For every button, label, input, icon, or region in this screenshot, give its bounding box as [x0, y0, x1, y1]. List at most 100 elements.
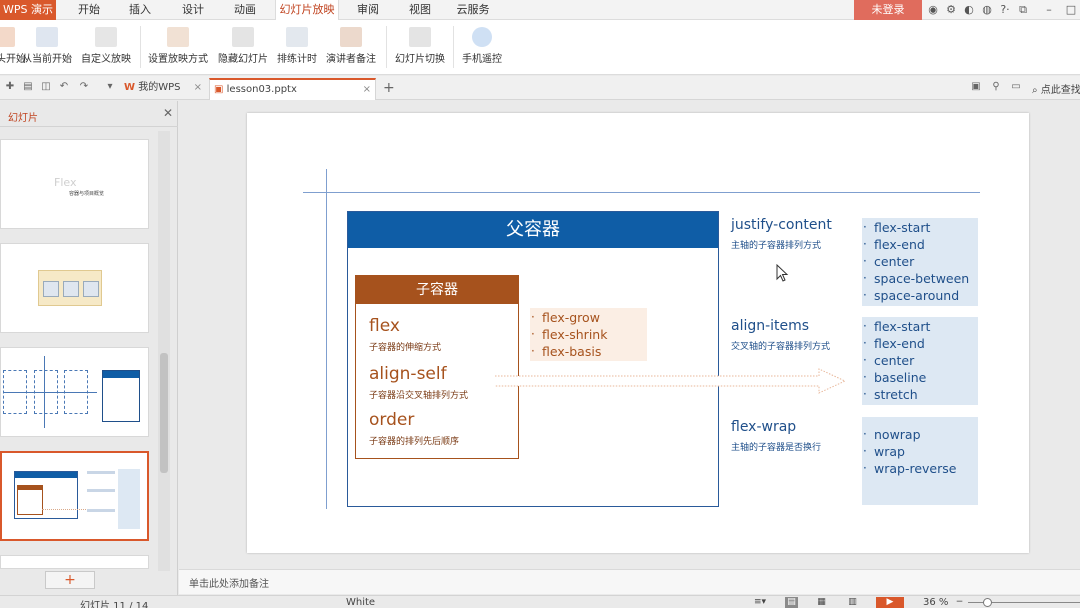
justify-content-values: flex-start flex-end center space-between…	[862, 218, 978, 306]
menu-slideshow[interactable]: 幻灯片放映	[275, 0, 339, 21]
sorter-view-icon[interactable]: ▦	[815, 597, 828, 608]
chevron-down-icon[interactable]: ▾	[104, 81, 116, 93]
menu-view[interactable]: 视图	[403, 0, 437, 20]
pin-icon[interactable]: ⚲	[990, 81, 1002, 93]
play-from-start-button[interactable]: 从头开始	[0, 20, 26, 75]
thumb-subtitle: 容器与项目概览	[69, 191, 105, 197]
hide-slide-button[interactable]: 隐藏幻灯片	[215, 20, 271, 75]
tab-lesson03[interactable]: ▣ lesson03.pptx ×	[209, 78, 376, 100]
child-prop-name: align-self	[369, 364, 447, 384]
panel-scrollbar[interactable]	[158, 131, 170, 571]
menu-design[interactable]: 设计	[176, 0, 210, 20]
slide-thumbnail-current[interactable]	[0, 451, 149, 541]
cross-axis-line	[326, 169, 327, 509]
panel-header: 幻灯片 ✕	[0, 101, 178, 127]
zoom-out-icon[interactable]: −	[953, 597, 966, 608]
notes-pane[interactable]: 单击此处添加备注	[179, 569, 1080, 594]
menu-insert[interactable]: 插入	[123, 0, 157, 20]
slide-thumbnail[interactable]	[0, 243, 149, 333]
app-name: WPS 演示	[3, 3, 53, 16]
list-item: flex-shrink	[530, 326, 647, 343]
list-item: nowrap	[862, 426, 978, 443]
menu-bar: WPS 演示▼ 开始 插入 设计 动画 幻灯片放映 审阅 视图 云服务 未登录 …	[0, 0, 1080, 21]
reading-view-icon[interactable]: ▥	[846, 597, 859, 608]
custom-slideshow-button[interactable]: 自定义放映	[79, 20, 133, 75]
hide-slide-icon	[232, 27, 254, 47]
undo-icon[interactable]: ↶	[58, 81, 70, 93]
flex-values-list: flex-grow flex-shrink flex-basis	[530, 308, 647, 361]
restore-icon[interactable]: ⧉	[1016, 3, 1030, 17]
setup-slideshow-button[interactable]: 设置放映方式	[146, 20, 210, 75]
thumb-diagram	[38, 270, 102, 306]
app-menu-button[interactable]: WPS 演示▼	[0, 0, 56, 20]
list-item: flex-start	[862, 219, 978, 236]
screen-icon[interactable]: ▣	[970, 81, 982, 93]
zoom-slider-handle[interactable]	[983, 598, 992, 607]
child-container-title: 子容器	[356, 276, 518, 304]
wps-presentation-window: WPS 演示▼ 开始 插入 设计 动画 幻灯片放映 审阅 视图 云服务 未登录 …	[0, 0, 1080, 608]
parent-prop-desc: 交叉轴的子容器排列方式	[731, 342, 831, 352]
close-icon[interactable]: ×	[363, 80, 371, 100]
list-item: flex-end	[862, 335, 978, 352]
parent-prop-desc: 主轴的子容器是否换行	[731, 443, 822, 453]
menu-review[interactable]: 审阅	[351, 0, 385, 20]
skin-icon[interactable]: ◐	[962, 3, 976, 17]
add-slide-button[interactable]: +	[45, 571, 95, 589]
share-icon[interactable]: ▭	[1010, 81, 1022, 93]
flex-wrap-values: nowrap wrap wrap-reverse	[862, 417, 978, 505]
slide-thumbnail-panel: 幻灯片 ✕ Flex 容器与项目概览 +	[0, 101, 178, 595]
slide-thumbnail[interactable]: Flex 容器与项目概览	[0, 139, 149, 229]
slide-thumbnail[interactable]	[0, 555, 149, 569]
parent-prop-desc: 主轴的子容器排列方式	[731, 241, 822, 251]
slide-thumbnail[interactable]	[0, 347, 149, 437]
notes-toggle-icon[interactable]: ≡▾	[748, 597, 772, 608]
play-slideshow-icon[interactable]: ▶	[876, 597, 904, 608]
transition-icon	[409, 27, 431, 47]
redo-icon[interactable]: ↷	[78, 81, 90, 93]
parent-prop-name: flex-wrap	[731, 419, 797, 435]
slide-canvas[interactable]: 父容器 子容器 flex 子容器的伸缩方式 align-self 子容器沿交叉轴…	[247, 113, 1029, 553]
find-button[interactable]: ⌕ 点此查找	[1032, 81, 1080, 96]
list-item: center	[862, 253, 978, 270]
menu-animation[interactable]: 动画	[228, 0, 262, 20]
list-item: baseline	[862, 369, 978, 386]
close-icon[interactable]: ×	[194, 78, 202, 98]
minimize-icon[interactable]: –	[1042, 3, 1056, 17]
normal-view-icon[interactable]: ▤	[785, 597, 798, 608]
scrollbar-thumb[interactable]	[160, 353, 168, 473]
pptx-file-icon: ▣	[214, 84, 224, 95]
play-icon	[0, 27, 15, 47]
speaker-notes-button[interactable]: 演讲者备注	[323, 20, 379, 75]
login-button[interactable]: 未登录	[854, 0, 922, 20]
timer-icon	[286, 27, 308, 47]
tab-my-wps[interactable]: W 我的WPS ×	[120, 78, 206, 100]
print-icon[interactable]: ▤	[22, 81, 34, 93]
parent-prop-name: justify-content	[731, 217, 832, 233]
new-icon[interactable]: ✚	[4, 81, 16, 93]
settings-icon[interactable]: ⚙	[944, 3, 958, 17]
list-item: stretch	[862, 386, 978, 403]
menu-cloud[interactable]: 云服务	[451, 0, 495, 20]
phone-remote-button[interactable]: 手机遥控	[458, 20, 506, 75]
play-from-current-button[interactable]: 从当前开始	[20, 20, 74, 75]
list-item: flex-end	[862, 236, 978, 253]
list-item: wrap	[862, 443, 978, 460]
feedback-icon[interactable]: ◍	[980, 3, 994, 17]
preview-icon[interactable]: ◫	[40, 81, 52, 93]
dotted-arrow	[495, 368, 847, 394]
list-item: space-between	[862, 270, 978, 287]
parent-prop-name: align-items	[731, 318, 810, 334]
maximize-icon[interactable]: □	[1064, 3, 1078, 17]
mouse-cursor-icon	[776, 264, 789, 282]
new-tab-button[interactable]: +	[383, 80, 395, 96]
close-icon[interactable]: ✕	[163, 106, 173, 120]
document-tab-bar: ✚ ▤ ◫ ↶ ↷ ▾ W 我的WPS × ▣ lesson03.pptx × + …	[0, 76, 1080, 100]
menu-home[interactable]: 开始	[72, 0, 106, 20]
status-bar: 幻灯片 11 / 14 White ≡▾ ▤ ▦ ▥ ▶ 36 % −	[0, 595, 1080, 608]
sync-icon[interactable]: ◉	[926, 3, 940, 17]
ribbon-toolbar: 从头开始 从当前开始 自定义放映 设置放映方式 隐藏幻灯片 排练计时 演讲者备注…	[0, 20, 1080, 75]
theme-name: White	[346, 597, 376, 608]
slide-transition-button[interactable]: 幻灯片切换	[392, 20, 448, 75]
help-icon[interactable]: ?·	[996, 3, 1014, 17]
rehearse-timing-button[interactable]: 排练计时	[274, 20, 320, 75]
